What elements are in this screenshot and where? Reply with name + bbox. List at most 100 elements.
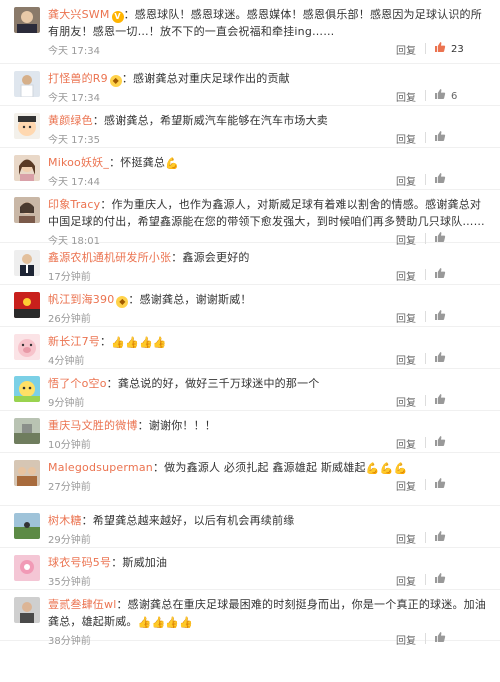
comment-actions: 回复 23 [336, 40, 476, 58]
user-avatar[interactable] [14, 418, 40, 444]
reply-button[interactable]: 回复 [396, 352, 416, 367]
comment-item: 壹贰叁肆伍wl：感谢龚总在重庆足球最困难的时刻挺身而出，你是一个真正的球迷。加油… [0, 590, 500, 647]
like-button[interactable] [434, 530, 476, 544]
like-button[interactable] [434, 267, 476, 281]
comment-text: 印象Tracy：作为重庆人，也作为鑫源人，对斯威足球有着难以割舍的情感。感谢龚总… [48, 196, 488, 230]
comment-actions: 回复 [336, 392, 476, 410]
thumbs-up-icon [435, 632, 446, 642]
user-avatar[interactable] [14, 513, 40, 539]
username-link[interactable]: 龚大兴SWM [48, 8, 110, 21]
thumbs-up-icon [435, 436, 446, 446]
reply-button[interactable]: 回复 [396, 173, 416, 188]
strong-arm-emoji-icon: 💪 [379, 462, 394, 475]
user-avatar[interactable] [14, 460, 40, 486]
user-avatar[interactable] [14, 555, 40, 581]
comment-body: ：龚总说的好，做好三千万球迷中的那一个 [106, 377, 320, 390]
comment-time: 今天 17:34 [48, 93, 100, 104]
username-link[interactable]: 鑫源农机通机研发所小张 [48, 251, 171, 264]
like-button[interactable] [434, 572, 476, 586]
comment-body: ：感谢龚总，谢谢斯威！ [128, 293, 252, 306]
comment-meta: 10分钟前 回复 [48, 434, 488, 454]
thumbs-up-icon [435, 573, 446, 583]
thumbs-up-icon [435, 531, 446, 541]
like-button[interactable] [434, 309, 476, 323]
user-avatar[interactable] [14, 155, 40, 181]
username-link[interactable]: 重庆马文胜的微博 [48, 419, 138, 432]
comment-body: ：希望龚总越来越好，以后有机会再续前缘 [81, 514, 295, 527]
user-avatar[interactable] [14, 376, 40, 402]
action-divider [425, 633, 426, 644]
reply-button[interactable]: 回复 [396, 394, 416, 409]
username-link[interactable]: 壹贰叁肆伍wl [48, 598, 116, 611]
comment-actions: 回复 [336, 571, 476, 589]
like-button[interactable] [434, 435, 476, 449]
username-link[interactable]: 球衣号码5号 [48, 556, 111, 569]
comment-item: 帆江到海390 ◆ ：感谢龚总，谢谢斯威！ 26分钟前 回复 [0, 285, 500, 327]
username-link[interactable]: 印象Tracy [48, 198, 100, 211]
user-avatar[interactable] [14, 597, 40, 623]
action-divider [425, 90, 426, 101]
reply-button[interactable]: 回复 [396, 436, 416, 451]
like-button[interactable]: 6 [434, 88, 476, 102]
user-avatar[interactable] [14, 334, 40, 360]
reply-button[interactable]: 回复 [396, 42, 416, 57]
comment-meta: 今天 17:44 回复 [48, 171, 488, 191]
comment-meta: 35分钟前 回复 [48, 571, 488, 591]
username-link[interactable]: 悟了个o空o [48, 377, 107, 390]
user-avatar[interactable] [14, 113, 40, 139]
reply-button[interactable]: 回复 [396, 310, 416, 325]
thumbs-up-icon [435, 478, 446, 488]
reply-button[interactable]: 回复 [396, 131, 416, 146]
comment-time: 17分钟前 [48, 272, 91, 283]
comment-actions: 回复 [336, 350, 476, 368]
username-link[interactable]: 树木糖 [48, 514, 82, 527]
strong-arm-emoji-icon: 💪 [165, 157, 179, 170]
like-button[interactable] [434, 631, 476, 645]
comment-text: 龚大兴SWM V ：感恩球队！感恩球迷。感恩媒体！感恩俱乐部！感恩因为足球认识的所有… [48, 6, 488, 40]
reply-button[interactable]: 回复 [396, 632, 416, 647]
thumbs-up-emoji-icon: 👍 [152, 336, 167, 349]
user-avatar[interactable] [14, 292, 40, 318]
reply-button[interactable]: 回复 [396, 89, 416, 104]
comment-text: 树木糖：希望龚总越来越好，以后有机会再续前缘 [48, 512, 488, 529]
reply-button[interactable]: 回复 [396, 478, 416, 493]
comment-text: 黄颜绿色：感谢龚总，希望斯威汽车能够在汽车市场大卖 [48, 112, 488, 129]
user-avatar[interactable] [14, 71, 40, 97]
username-link[interactable]: 黄颜绿色 [48, 114, 93, 127]
comment-body: ：感谢龚总，希望斯威汽车能够在汽车市场大卖 [92, 114, 329, 127]
like-button[interactable] [434, 130, 476, 144]
username-link[interactable]: 帆江到海390 [48, 293, 114, 306]
like-count: 6 [451, 91, 458, 102]
comment-meta: 29分钟前 回复 [48, 529, 488, 549]
username-link[interactable]: Mikoo妖妖_ [48, 156, 109, 169]
user-avatar[interactable] [14, 197, 40, 223]
user-avatar[interactable] [14, 250, 40, 276]
username-link[interactable]: 新长江7号 [48, 335, 100, 348]
like-button[interactable] [434, 351, 476, 365]
username-link[interactable]: Malegodsuperman [48, 461, 153, 474]
thumbs-up-emoji-icon: 👍 [179, 616, 194, 629]
reply-button[interactable]: 回复 [396, 268, 416, 283]
comment-text: Mikoo妖妖_：怀挺龚总💪 [48, 154, 488, 171]
user-avatar[interactable] [14, 7, 40, 33]
reply-button[interactable]: 回复 [396, 531, 416, 546]
comment-meta: 27分钟前 回复 [48, 476, 488, 496]
like-button[interactable] [434, 477, 476, 491]
action-divider [425, 395, 426, 406]
reply-button[interactable]: 回复 [396, 573, 416, 588]
action-divider [425, 269, 426, 280]
thumbs-up-emoji-icon: 👍 [125, 336, 140, 349]
like-button[interactable] [434, 172, 476, 186]
comment-body: ：谢谢你！！！ [137, 419, 217, 432]
thumbs-up-icon [435, 394, 446, 404]
like-button[interactable]: 23 [434, 41, 476, 55]
comment-meta: 26分钟前 回复 [48, 308, 488, 328]
comment-meta: 4分钟前 回复 [48, 350, 488, 370]
comment-item: 重庆马文胜的微博：谢谢你！！！ 10分钟前 回复 [0, 411, 500, 453]
username-link[interactable]: 打怪兽的R9 [48, 72, 108, 85]
comment-item: 树木糖：希望龚总越来越好，以后有机会再续前缘 29分钟前 回复 [0, 506, 500, 548]
like-count: 23 [451, 44, 464, 55]
comment-time: 今天 17:35 [48, 135, 100, 146]
like-button[interactable] [434, 393, 476, 407]
vip-badge-icon: ◆ [116, 296, 129, 308]
